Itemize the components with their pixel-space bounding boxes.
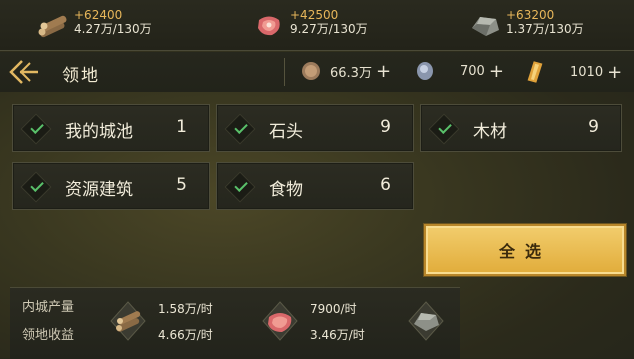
silver-value: 700 bbox=[460, 63, 485, 79]
resource-stone[interactable]: +63200 1.37万/130万 bbox=[468, 8, 584, 42]
filter-label: 食物 bbox=[269, 180, 303, 200]
wood-gain: +62400 bbox=[74, 8, 123, 22]
resource-meat[interactable]: +42500 9.27万/130万 bbox=[252, 8, 368, 42]
currency-gold[interactable]: 1010 + bbox=[526, 60, 622, 84]
gold-add-button[interactable]: + bbox=[607, 62, 622, 83]
stone-amount: 1.37万/130万 bbox=[506, 22, 584, 36]
filter-label: 木材 bbox=[473, 122, 507, 142]
meat-rate: 7900/时 bbox=[310, 302, 357, 316]
filter-label: 我的城池 bbox=[65, 122, 133, 142]
wood-icon bbox=[36, 8, 70, 42]
check-icon bbox=[20, 113, 52, 145]
gold-value: 1010 bbox=[570, 64, 604, 80]
silver-add-button[interactable]: + bbox=[489, 61, 504, 82]
filter-count: 5 bbox=[176, 175, 187, 195]
header: 领地 66.3万 + 700 + 1010 + bbox=[0, 52, 634, 92]
resource-bar: +62400 4.27万/130万 +42500 9.27万/130万 +632… bbox=[0, 0, 634, 51]
filter-count: 9 bbox=[588, 117, 599, 137]
page-title: 领地 bbox=[62, 66, 100, 86]
filter-count: 9 bbox=[380, 117, 391, 137]
territory-income-label: 领地收益 bbox=[22, 328, 75, 343]
summary-stone-icon bbox=[406, 300, 444, 342]
back-button[interactable] bbox=[8, 58, 40, 86]
check-icon bbox=[224, 113, 256, 145]
production-summary: 内城产量 领地收益 1.58万/时 4.66万/时 7900/时 3.46万/时 bbox=[10, 287, 460, 359]
gold-icon bbox=[527, 61, 543, 83]
currency-coin[interactable]: 66.3万 + bbox=[300, 60, 391, 82]
meat-gain: +42500 bbox=[290, 8, 339, 22]
filter-count: 1 bbox=[176, 117, 187, 137]
coin-icon bbox=[302, 62, 320, 80]
filter-label: 资源建筑 bbox=[65, 180, 133, 200]
resource-wood[interactable]: +62400 4.27万/130万 bbox=[36, 8, 152, 42]
filter-wood[interactable]: 木材 9 bbox=[420, 104, 622, 152]
wood-income: 4.66万/时 bbox=[158, 328, 213, 342]
inner-city-output-label: 内城产量 bbox=[22, 300, 75, 315]
filter-food[interactable]: 食物 6 bbox=[216, 162, 414, 210]
check-icon bbox=[428, 113, 460, 145]
wood-amount: 4.27万/130万 bbox=[74, 22, 152, 36]
summary-meat-icon bbox=[260, 300, 298, 342]
filter-my-city[interactable]: 我的城池 1 bbox=[12, 104, 210, 152]
select-all-button[interactable]: 全选 bbox=[424, 224, 626, 276]
filter-count: 6 bbox=[380, 175, 391, 195]
back-arrow-icon bbox=[9, 60, 38, 84]
header-divider bbox=[284, 58, 285, 86]
coin-value: 66.3万 bbox=[330, 65, 372, 81]
filter-label: 石头 bbox=[269, 122, 303, 142]
check-icon bbox=[224, 171, 256, 203]
check-icon bbox=[20, 171, 52, 203]
silver-icon bbox=[417, 62, 433, 80]
meat-income: 3.46万/时 bbox=[310, 328, 365, 342]
meat-amount: 9.27万/130万 bbox=[290, 22, 368, 36]
filter-stone[interactable]: 石头 9 bbox=[216, 104, 414, 152]
stone-icon bbox=[468, 8, 502, 42]
wood-rate: 1.58万/时 bbox=[158, 302, 213, 316]
meat-icon bbox=[252, 8, 286, 42]
filter-resource-building[interactable]: 资源建筑 5 bbox=[12, 162, 210, 210]
stone-gain: +63200 bbox=[506, 8, 555, 22]
currency-silver[interactable]: 700 + bbox=[414, 60, 504, 82]
coin-add-button[interactable]: + bbox=[376, 61, 391, 82]
summary-wood-icon bbox=[108, 300, 146, 342]
